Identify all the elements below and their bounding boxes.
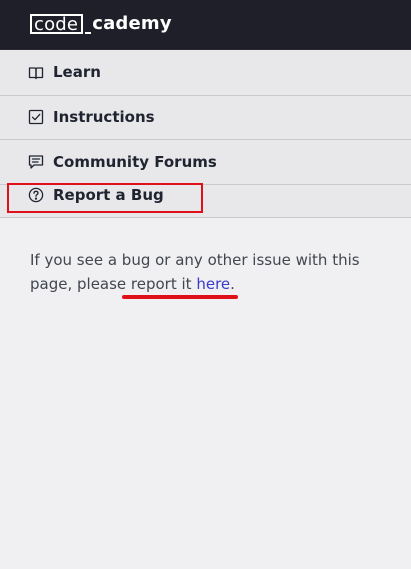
bug-report-message: If you see a bug or any other issue with… — [30, 248, 380, 296]
chat-icon — [28, 154, 44, 170]
question-icon — [28, 187, 44, 203]
bug-report-text: If you see a bug or any other issue with… — [30, 251, 360, 293]
menu-item-learn[interactable]: Learn — [0, 50, 411, 96]
menu-item-label: Community Forums — [53, 153, 217, 171]
menu-item-label: Report a Bug — [53, 186, 164, 204]
codecademy-logo[interactable]: code cademy — [30, 12, 172, 36]
menu-item-instructions[interactable]: Instructions — [0, 96, 411, 140]
logo-cademy-text: cademy — [92, 13, 172, 34]
app-header: code cademy — [0, 0, 411, 50]
bug-report-text-end: . — [230, 275, 235, 293]
report-here-link[interactable]: here — [196, 275, 230, 293]
menu-item-community-forums[interactable]: Community Forums — [0, 140, 411, 185]
menu-item-report-bug[interactable]: Report a Bug — [0, 185, 411, 218]
logo-code-box: code — [30, 14, 84, 34]
book-icon — [28, 65, 44, 81]
menu-item-label: Learn — [53, 63, 101, 81]
logo-cursor — [85, 32, 92, 34]
checkbox-icon — [28, 109, 44, 125]
menu-item-label: Instructions — [53, 108, 155, 126]
